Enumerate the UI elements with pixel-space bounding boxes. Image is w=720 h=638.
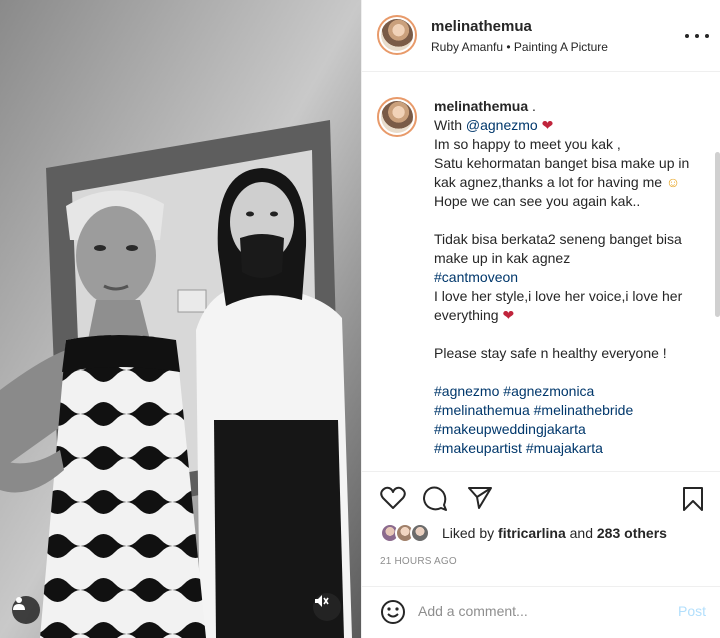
avatar bbox=[410, 523, 430, 543]
heart-emoji-icon: ❤ bbox=[502, 307, 515, 323]
post-timestamp[interactable]: 21 HOURS AGO bbox=[380, 556, 457, 567]
post-media[interactable] bbox=[0, 0, 361, 638]
emoji-icon[interactable] bbox=[380, 599, 406, 625]
hashtag-link[interactable]: #muajakarta bbox=[526, 440, 603, 456]
hashtag-link[interactable]: #agnezmo bbox=[434, 383, 499, 399]
hashtag-link[interactable]: #cantmoveon bbox=[434, 269, 518, 285]
hashtag-link[interactable]: #agnezmonica bbox=[503, 383, 594, 399]
mute-button[interactable] bbox=[313, 593, 341, 621]
tagged-users-button[interactable] bbox=[12, 596, 40, 624]
avatar[interactable] bbox=[377, 15, 417, 55]
heart-emoji-icon: ❤ bbox=[537, 117, 554, 133]
post-details-panel: melinathemua Ruby Amanfu • Painting A Pi… bbox=[361, 0, 720, 638]
caption-text: melinathemua . With @agnezmo ❤ Im so hap… bbox=[434, 98, 694, 456]
heart-icon[interactable] bbox=[380, 486, 406, 510]
post-actions: Liked by fitricarlina and 283 others 21 … bbox=[362, 471, 720, 586]
caption-section: melinathemua . With @agnezmo ❤ Im so hap… bbox=[362, 73, 720, 471]
hashtag-link[interactable]: #makeupartist bbox=[434, 440, 522, 456]
likes-count[interactable]: 283 others bbox=[597, 525, 667, 541]
more-options-icon[interactable] bbox=[685, 28, 709, 44]
liker-username[interactable]: fitricarlina bbox=[498, 525, 566, 541]
mention-link[interactable]: @agnezmo bbox=[466, 117, 538, 133]
post-header: melinathemua Ruby Amanfu • Painting A Pi… bbox=[362, 0, 720, 72]
avatar[interactable] bbox=[377, 97, 417, 137]
hashtag-link[interactable]: #makeupweddingjakarta bbox=[434, 421, 586, 437]
audio-label[interactable]: Ruby Amanfu • Painting A Picture bbox=[431, 40, 608, 54]
hashtag-link[interactable]: #melinathebride bbox=[534, 402, 634, 418]
post-comment-button[interactable]: Post bbox=[678, 603, 706, 619]
post-username[interactable]: melinathemua bbox=[431, 18, 532, 35]
smile-emoji-icon: ☺ bbox=[665, 174, 681, 190]
caption-username[interactable]: melinathemua bbox=[434, 98, 528, 114]
post-photo bbox=[0, 0, 361, 638]
likes-summary: Liked by fitricarlina and 283 others bbox=[380, 522, 667, 544]
share-icon[interactable] bbox=[467, 486, 493, 510]
caption-scrollbar[interactable] bbox=[715, 152, 720, 317]
liker-avatars[interactable] bbox=[380, 522, 434, 544]
bookmark-icon[interactable] bbox=[682, 486, 704, 512]
speaker-muted-icon bbox=[315, 595, 329, 607]
person-icon bbox=[13, 597, 25, 610]
comment-input[interactable] bbox=[418, 600, 668, 622]
comment-composer: Post bbox=[362, 586, 720, 638]
comment-icon[interactable] bbox=[422, 486, 448, 512]
hashtag-link[interactable]: #melinathemua bbox=[434, 402, 530, 418]
